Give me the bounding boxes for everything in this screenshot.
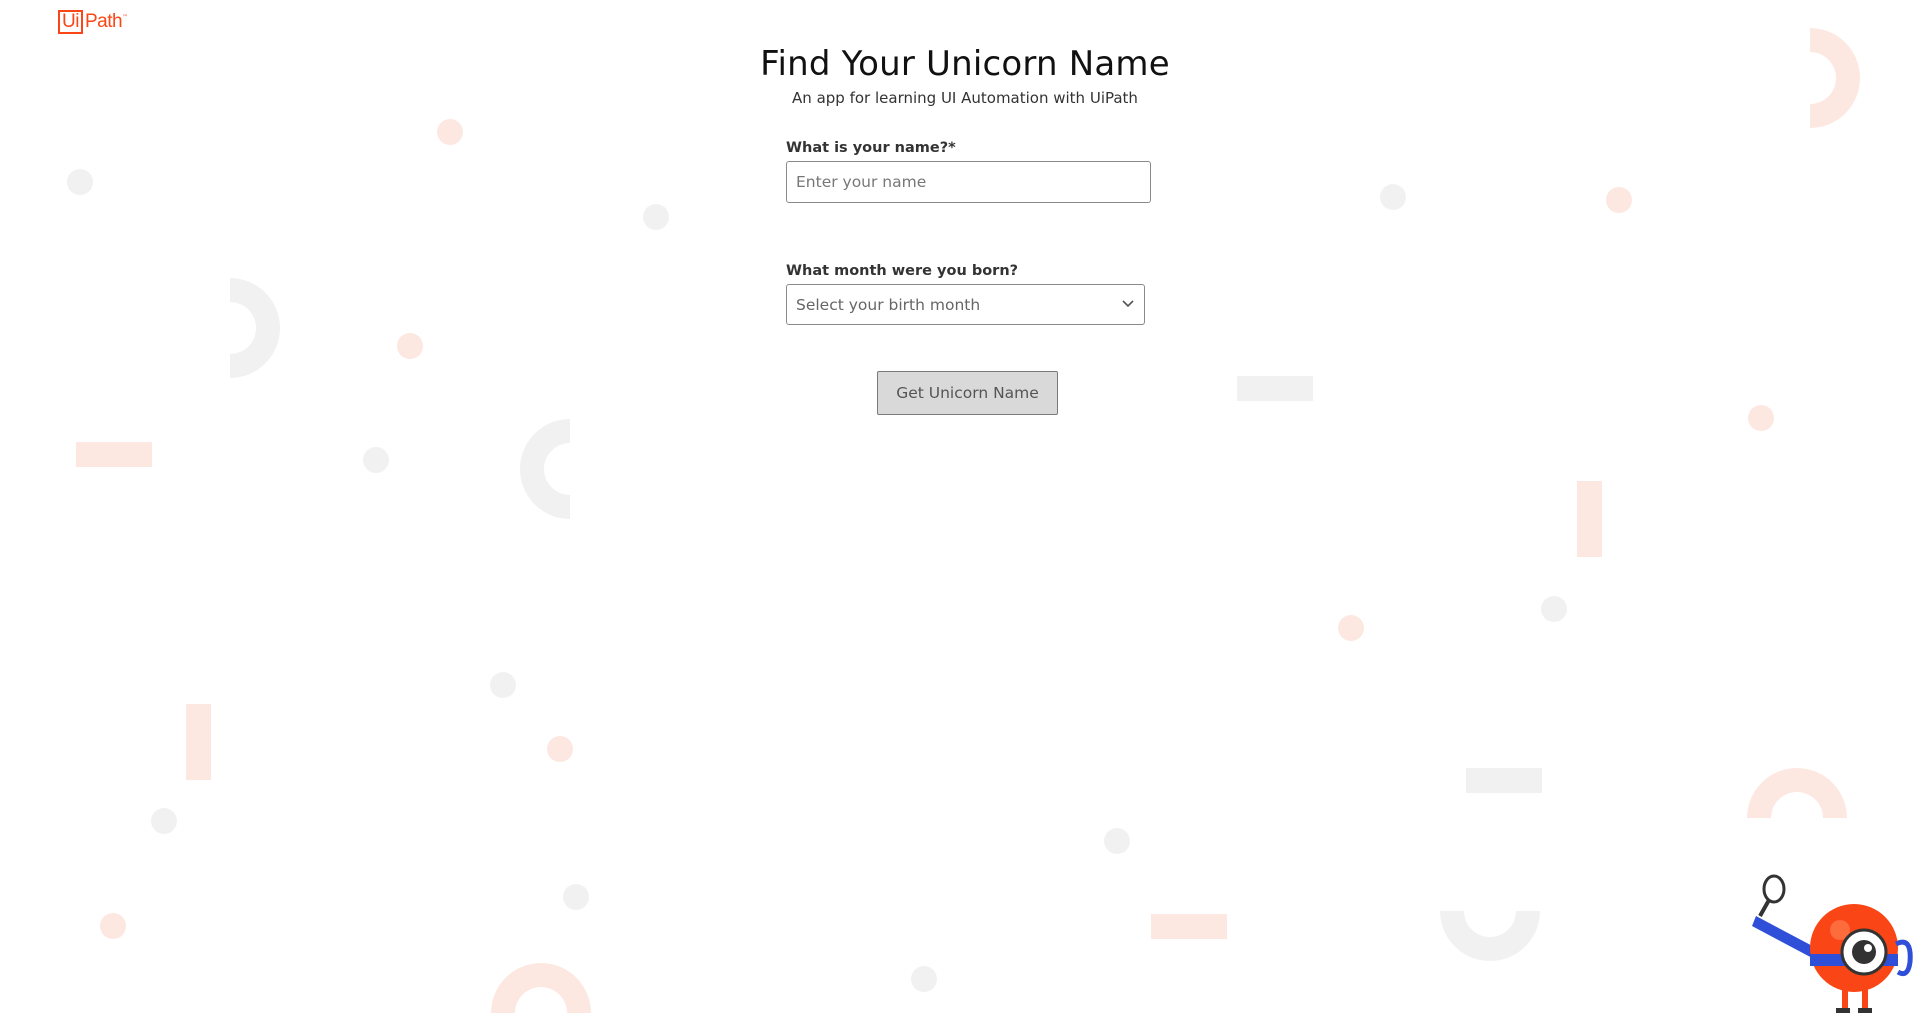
- decor-half-ring: [491, 963, 591, 1013]
- decor-dot: [1338, 615, 1364, 641]
- decor-bar: [76, 442, 152, 467]
- submit-row: Get Unicorn Name: [877, 371, 1058, 415]
- decor-dot: [151, 808, 177, 834]
- decor-bar: [186, 704, 211, 780]
- decor-bar: [1151, 914, 1227, 939]
- decor-dot: [563, 884, 589, 910]
- decor-bar: [1237, 376, 1313, 401]
- logo-text: Path: [84, 11, 123, 32]
- decor-dot: [547, 736, 573, 762]
- decor-dot: [100, 913, 126, 939]
- decor-dot: [1541, 596, 1567, 622]
- decor-dot: [1380, 184, 1406, 210]
- decor-dot: [363, 447, 389, 473]
- decor-dot: [643, 204, 669, 230]
- decor-half-ring: [1747, 768, 1847, 818]
- chevron-down-icon: [1122, 300, 1134, 308]
- logo-box-text: Ui: [58, 10, 83, 34]
- get-unicorn-name-button[interactable]: Get Unicorn Name: [877, 371, 1058, 415]
- month-label: What month were you born?: [786, 263, 1019, 279]
- decor-half-ring: [1440, 911, 1540, 961]
- birth-month-selected-value: Select your birth month: [796, 295, 981, 314]
- page: Ui Path ™ Find Your Unicorn Name An app …: [0, 0, 1920, 1013]
- decor-dot: [67, 169, 93, 195]
- decor-bar: [1577, 481, 1602, 557]
- month-group: What month were you born? Select your bi…: [786, 261, 1156, 325]
- unicorn-form: What is your name?* What month were you …: [786, 138, 1156, 325]
- name-input[interactable]: [786, 161, 1151, 203]
- decor-half-ring: [520, 419, 570, 519]
- decor-dot: [490, 672, 516, 698]
- page-header: Find Your Unicorn Name An app for learni…: [0, 42, 1920, 108]
- page-subtitle: An app for learning UI Automation with U…: [792, 89, 1138, 107]
- decor-dot: [1104, 828, 1130, 854]
- name-group: What is your name?*: [786, 138, 1156, 203]
- name-label: What is your name?*: [786, 140, 956, 156]
- uipath-logo[interactable]: Ui Path ™: [58, 9, 128, 35]
- robot-mascot-icon: [1752, 874, 1913, 1013]
- decor-dot: [911, 966, 937, 992]
- page-title: Find Your Unicorn Name: [760, 44, 1170, 84]
- decor-dot: [1606, 187, 1632, 213]
- decor-dot: [397, 333, 423, 359]
- decor-dot: [1748, 405, 1774, 431]
- decor-bar: [1466, 768, 1542, 793]
- decor-dot: [437, 119, 463, 145]
- logo-trademark: ™: [122, 14, 129, 21]
- decor-half-ring: [230, 278, 280, 378]
- birth-month-select[interactable]: Select your birth month: [786, 284, 1145, 325]
